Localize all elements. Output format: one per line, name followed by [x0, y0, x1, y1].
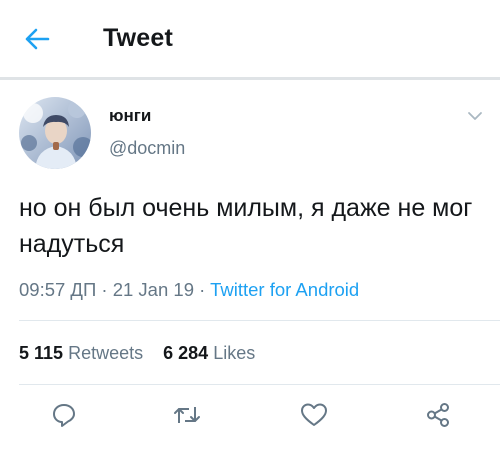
- retweets-count: 5 115: [19, 343, 64, 363]
- arrow-left-icon: [25, 28, 50, 50]
- tweet-text: но он был очень милым, я даже не мог над…: [19, 194, 473, 258]
- avatar-image: [19, 97, 91, 169]
- likes-label: Likes: [213, 343, 256, 363]
- retweets-label: Retweets: [68, 343, 144, 363]
- author-name[interactable]: юнги: [109, 106, 151, 126]
- tweet-menu-button[interactable]: [465, 108, 485, 124]
- retweet-icon: [174, 407, 200, 423]
- tweet-meta: 09:57 ДП · 21 Jan 19 · Twitter for Andro…: [19, 279, 359, 301]
- divider: [19, 384, 500, 385]
- page-title: Tweet: [103, 24, 173, 52]
- likes-count: 6 284: [163, 343, 209, 363]
- meta-separator: ·: [101, 279, 108, 300]
- likes-stat[interactable]: 6 284 Likes: [163, 343, 255, 363]
- tweet-source-link[interactable]: Twitter for Android: [210, 279, 359, 300]
- author-handle[interactable]: @docmin: [109, 138, 185, 159]
- tweet-stats: 5 115 Retweets 6 284 Likes: [19, 343, 255, 364]
- top-bar: Tweet: [0, 0, 500, 80]
- retweets-stat[interactable]: 5 115 Retweets: [19, 343, 143, 363]
- tweet-date: 21 Jan 19: [112, 279, 194, 300]
- like-icon: [301, 403, 327, 426]
- share-button[interactable]: [422, 399, 454, 431]
- chevron-down-icon: [468, 112, 482, 120]
- reply-icon: [53, 404, 75, 427]
- tweet-actions: [0, 395, 500, 435]
- retweet-button[interactable]: [171, 399, 203, 431]
- avatar[interactable]: [19, 97, 91, 169]
- header-divider: [0, 77, 500, 80]
- reply-button[interactable]: [48, 399, 80, 431]
- meta-separator: ·: [199, 279, 206, 300]
- share-icon: [427, 403, 449, 427]
- divider: [19, 320, 500, 321]
- like-button[interactable]: [298, 399, 330, 431]
- back-button[interactable]: [20, 24, 54, 54]
- tweet-time: 09:57 ДП: [19, 279, 97, 300]
